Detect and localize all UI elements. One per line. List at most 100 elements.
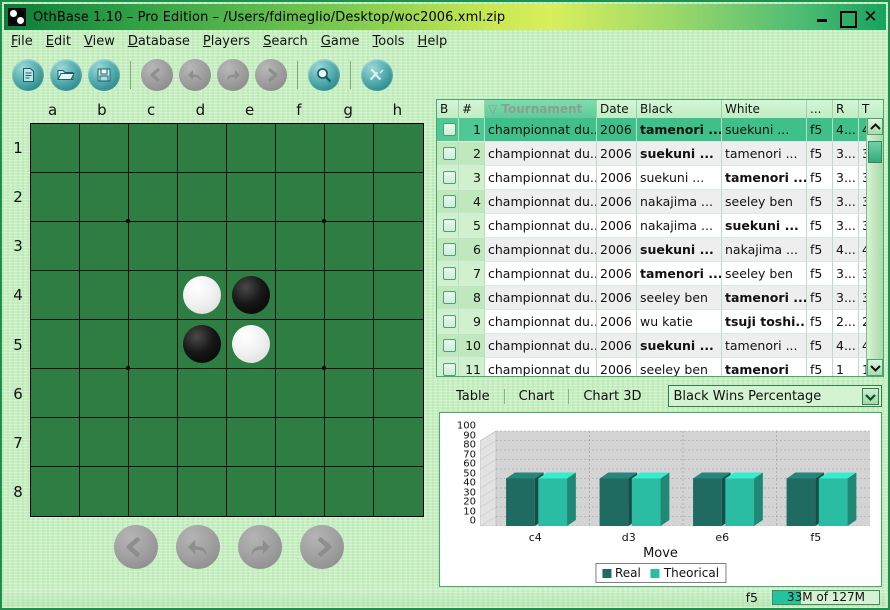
board-cell-f4[interactable] bbox=[276, 271, 325, 320]
table-header-idx[interactable]: # bbox=[459, 100, 485, 118]
board-cell-c7[interactable] bbox=[129, 418, 178, 467]
board-cell-a4[interactable] bbox=[31, 271, 80, 320]
board-cell-c4[interactable] bbox=[129, 271, 178, 320]
table-row[interactable]: 2 championnat du... 2006 suekuni ... tamenor… bbox=[437, 142, 866, 166]
board-cell-b7[interactable] bbox=[80, 418, 129, 467]
table-header-cb[interactable]: B bbox=[437, 100, 459, 118]
row-checkbox[interactable] bbox=[442, 267, 456, 280]
board-cell-d6[interactable] bbox=[178, 369, 227, 418]
board-cell-f2[interactable] bbox=[276, 173, 326, 223]
table-row[interactable]: 5 championnat du... 2006 nakajima ... suekun… bbox=[437, 214, 866, 238]
search-button[interactable] bbox=[308, 59, 340, 91]
board-cell-f1[interactable] bbox=[276, 124, 325, 173]
table-header-r[interactable]: R bbox=[833, 100, 859, 118]
board-cell-f7[interactable] bbox=[276, 418, 325, 467]
board-cell-h8[interactable] bbox=[374, 467, 423, 516]
chart-type-select[interactable]: Black Wins Percentage bbox=[667, 385, 882, 407]
row-checkbox[interactable] bbox=[442, 243, 456, 256]
board-cell-c5[interactable] bbox=[129, 320, 178, 369]
menu-item-view[interactable]: View bbox=[84, 34, 115, 49]
table-row[interactable]: 1 championnat du... 2006 tamenori ... suekun… bbox=[437, 118, 866, 142]
row-checkbox[interactable] bbox=[442, 219, 456, 232]
board-cell-e2[interactable] bbox=[227, 173, 276, 222]
scroll-down-arrow-icon[interactable] bbox=[867, 359, 883, 376]
table-scrollbar[interactable] bbox=[866, 118, 883, 376]
board-cell-h3[interactable] bbox=[374, 222, 423, 271]
minimize-button[interactable] bbox=[815, 10, 830, 25]
board-cell-c8[interactable] bbox=[129, 467, 178, 516]
table-header-black[interactable]: Black bbox=[637, 100, 722, 118]
board-cell-g1[interactable] bbox=[325, 124, 374, 173]
board-cell-b5[interactable] bbox=[80, 320, 130, 370]
menu-item-game[interactable]: Game bbox=[321, 34, 360, 49]
tools-button[interactable] bbox=[361, 59, 393, 91]
menu-item-players[interactable]: Players bbox=[203, 34, 250, 49]
board-cell-h7[interactable] bbox=[374, 418, 423, 467]
close-button[interactable]: ✕ bbox=[863, 8, 878, 25]
new-document-button[interactable] bbox=[12, 59, 44, 91]
scrollbar-thumb[interactable] bbox=[868, 141, 882, 163]
scrollbar-track[interactable] bbox=[867, 135, 883, 359]
board-cell-b3[interactable] bbox=[80, 222, 129, 271]
row-checkbox[interactable] bbox=[442, 363, 456, 376]
board-cell-f8[interactable] bbox=[276, 467, 325, 516]
board-cell-a6[interactable] bbox=[31, 369, 80, 418]
board-next-button[interactable] bbox=[238, 525, 282, 569]
table-header-white[interactable]: White bbox=[722, 100, 807, 118]
board-cell-a2[interactable] bbox=[31, 173, 80, 222]
board-cell-g8[interactable] bbox=[325, 467, 374, 516]
board-cell-c3[interactable] bbox=[129, 222, 178, 271]
table-row[interactable]: 11 championnat du 2006 seeley ben tamenori f5… bbox=[437, 358, 866, 376]
board-cell-g3[interactable] bbox=[325, 222, 374, 271]
previous-game-button[interactable] bbox=[179, 59, 211, 91]
board-cell-e8[interactable] bbox=[227, 467, 276, 516]
board-cell-e6[interactable] bbox=[227, 369, 276, 418]
menu-item-file[interactable]: File bbox=[11, 34, 33, 49]
board-cell-d4[interactable] bbox=[178, 271, 227, 320]
board-cell-b4[interactable] bbox=[80, 271, 129, 320]
board-cell-c6[interactable] bbox=[129, 369, 178, 418]
row-checkbox[interactable] bbox=[442, 195, 456, 208]
menu-item-tools[interactable]: Tools bbox=[373, 34, 405, 49]
board-cell-a1[interactable] bbox=[31, 124, 80, 173]
row-checkbox[interactable] bbox=[442, 291, 456, 304]
board-cell-g6[interactable] bbox=[325, 369, 374, 418]
board-cell-d2[interactable] bbox=[178, 173, 227, 222]
first-game-button[interactable] bbox=[141, 59, 173, 91]
board-cell-e7[interactable] bbox=[227, 418, 276, 467]
board-cell-b2[interactable] bbox=[80, 173, 130, 223]
board-cell-a8[interactable] bbox=[31, 467, 80, 516]
open-folder-button[interactable] bbox=[50, 59, 82, 91]
tab-table[interactable]: Table bbox=[442, 389, 504, 404]
save-button[interactable] bbox=[88, 59, 120, 91]
board-cell-e4[interactable] bbox=[227, 271, 276, 320]
board-cell-g2[interactable] bbox=[325, 173, 374, 222]
board-cell-g4[interactable] bbox=[325, 271, 374, 320]
table-row[interactable]: 8 championnat du... 2006 seeley ben tamenori… bbox=[437, 286, 866, 310]
board-cell-b6[interactable] bbox=[80, 369, 129, 418]
othello-board[interactable] bbox=[30, 123, 424, 517]
board-cell-f5[interactable] bbox=[276, 320, 326, 370]
menu-item-search[interactable]: Search bbox=[263, 34, 308, 49]
row-checkbox[interactable] bbox=[442, 123, 456, 136]
board-cell-d7[interactable] bbox=[178, 418, 227, 467]
table-row[interactable]: 3 championnat du... 2006 suekuni ... tamenor… bbox=[437, 166, 866, 190]
table-row[interactable]: 7 championnat du... 2006 tamenori ... seeley… bbox=[437, 262, 866, 286]
table-header-more[interactable]: ... bbox=[807, 100, 833, 118]
table-body[interactable]: 1 championnat du... 2006 tamenori ... suekun… bbox=[437, 118, 866, 376]
table-row[interactable]: 10 championnat du... 2006 suekuni ... tameno… bbox=[437, 334, 866, 358]
table-header-t[interactable]: T bbox=[859, 100, 883, 118]
board-cell-f3[interactable] bbox=[276, 222, 325, 271]
maximize-button[interactable] bbox=[839, 10, 857, 28]
board-last-button[interactable] bbox=[300, 525, 344, 569]
board-cell-h4[interactable] bbox=[374, 271, 423, 320]
table-row[interactable]: 9 championnat du... 2006 wu katie tsuji tosh… bbox=[437, 310, 866, 334]
board-cell-a3[interactable] bbox=[31, 222, 80, 271]
board-cell-d8[interactable] bbox=[178, 467, 227, 516]
table-row[interactable]: 4 championnat du... 2006 nakajima ... seeley… bbox=[437, 190, 866, 214]
board-cell-e1[interactable] bbox=[227, 124, 276, 173]
row-checkbox[interactable] bbox=[442, 339, 456, 352]
board-cell-g7[interactable] bbox=[325, 418, 374, 467]
board-cell-g5[interactable] bbox=[325, 320, 374, 369]
tab-chart[interactable]: Chart bbox=[505, 389, 569, 404]
